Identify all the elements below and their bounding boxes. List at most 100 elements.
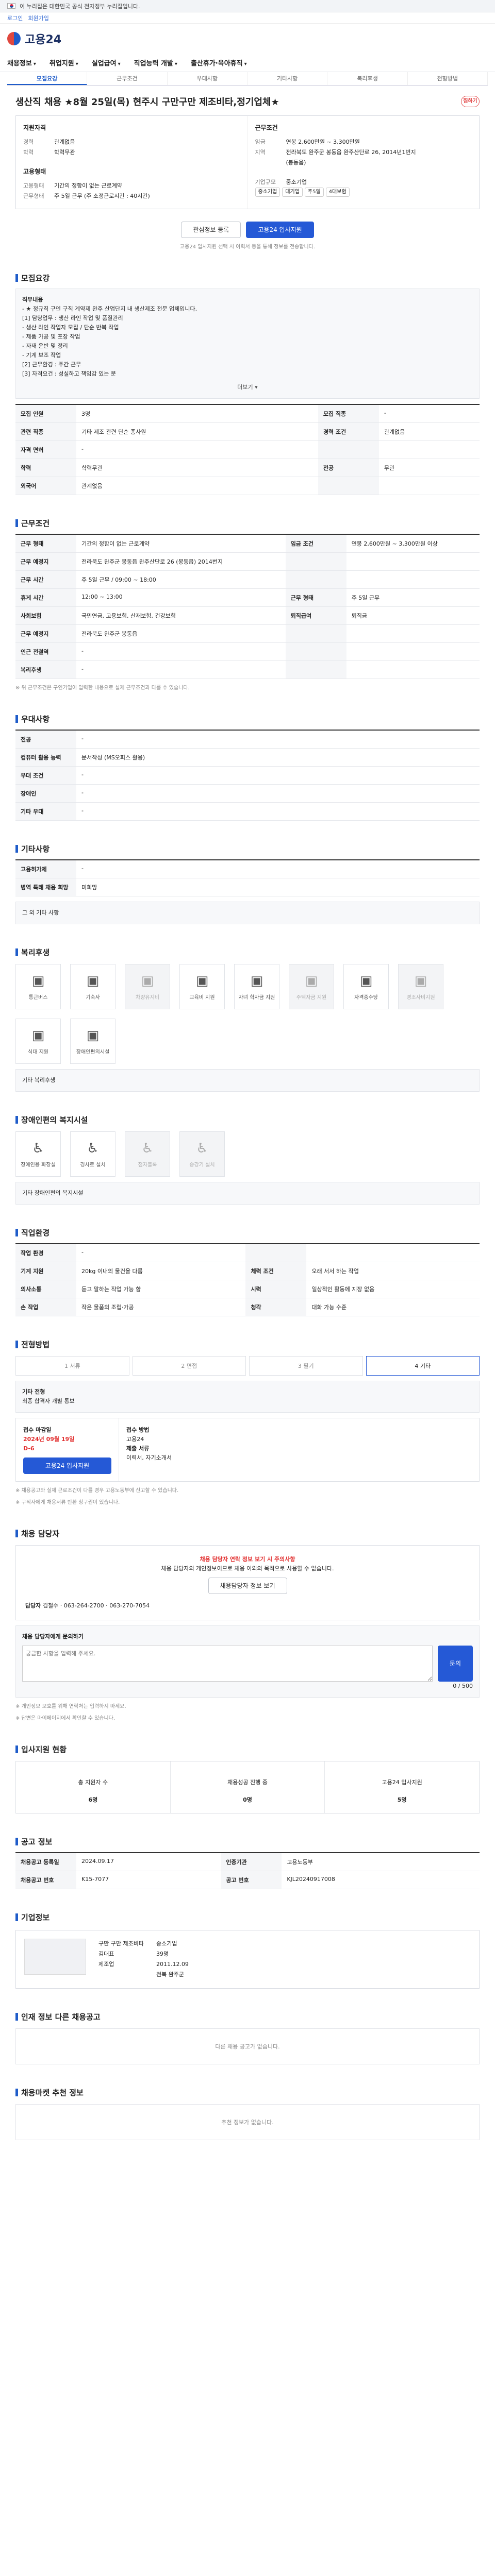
- table-row: 모집 인원 3명 모집 직종 -: [15, 404, 480, 423]
- duty-line: [3] 자격요건 : 성실하고 책임감 있는 분: [22, 370, 116, 377]
- benefit-icon: ▣: [305, 973, 318, 989]
- table-header: 인근 전철역: [15, 642, 76, 661]
- table-cell: 20kg 이내의 물건을 다룸: [76, 1262, 246, 1280]
- stat-label: 채용성공 진행 중: [227, 1779, 268, 1786]
- selection-step: 3 필기: [249, 1356, 363, 1376]
- join-link[interactable]: 회원가입: [28, 14, 48, 22]
- selection-steps: 1 서류 2 면접 3 필기 4 기타: [15, 1356, 480, 1376]
- table-cell: 연봉 2,600만원 ~ 3,300만원 이상: [346, 534, 480, 553]
- more-button[interactable]: 더보기 ▾: [22, 383, 473, 392]
- deadline-left: 접수 마감일 2024년 09월 19일 D-6 고용24 입사지원: [16, 1418, 119, 1481]
- deadline-apply-button[interactable]: 고용24 입사지원: [23, 1458, 111, 1474]
- summary-value: 중소기업: [286, 179, 307, 185]
- benefit-item: ▣ 차량유지비: [125, 964, 170, 1009]
- warn-line: ※ 구직자에게 채용서류 반환 청구권이 있습니다.: [15, 1500, 120, 1505]
- nav-benefit[interactable]: 실업급여 ▾: [92, 58, 121, 67]
- tab-preference[interactable]: 우대사항: [168, 72, 248, 85]
- tab-requirements[interactable]: 모집요강: [7, 72, 88, 85]
- duty-line: - 생산 라인 작업자 모집 / 단순 반복 작업: [22, 324, 119, 331]
- summary-row: (봉동읍): [255, 158, 472, 168]
- tab-etc[interactable]: 기타사항: [248, 72, 328, 85]
- contact-view-button[interactable]: 채용담당자 정보 보기: [208, 1578, 287, 1594]
- contact-box: 채용 담당자 연락 정보 보기 시 주의사항 채용 담당자의 개인정보이므로 채용…: [15, 1545, 480, 1620]
- duty-title: 직무내용: [22, 296, 43, 303]
- table-header: 모집 직종: [318, 404, 379, 423]
- summary-row: 경력 관계없음: [23, 137, 240, 147]
- favorite-button[interactable]: 찜하기: [461, 96, 480, 107]
- stat-item: 고용24 입사지원 5명: [324, 1761, 479, 1813]
- table-row: 근무 시간 주 5일 근무 / 09:00 ~ 18:00: [15, 570, 480, 589]
- table-header: 학력: [15, 459, 76, 477]
- table-header: 체력 조건: [245, 1262, 307, 1280]
- summary-heading: 근무조건: [255, 124, 278, 131]
- stat-value: 0명: [243, 1797, 252, 1803]
- main-nav: 채용정보 ▾ 취업지원 ▾ 실업급여 ▾ 직업능력 개발 ▾ 출산휴가·육아휴직 ▾: [0, 54, 495, 72]
- job-title: 생산직 채용 ★8월 25일(목) 현주시 구만구만 제조비타,정기업체★: [15, 97, 279, 108]
- logo-icon[interactable]: [7, 32, 21, 45]
- benefit-label: 자격증수당: [354, 994, 378, 1001]
- table-header: [245, 1244, 307, 1262]
- table-row: 기계 지원 20kg 이내의 물건을 다룸 체력 조건 오래 서서 하는 작업: [15, 1262, 480, 1280]
- table-cell: 관계없음: [378, 422, 480, 441]
- table-header: 기계 지원: [15, 1262, 76, 1280]
- interest-button[interactable]: 관심정보 등록: [181, 222, 241, 238]
- contact-name: 김철수: [42, 1602, 59, 1609]
- summary-tags: 중소기업 대기업 주5일 4대보험: [255, 188, 472, 197]
- summary-row: 고용형태 기간의 정함이 없는 근로계약: [23, 181, 240, 191]
- table-row: 고용허가제 -: [15, 860, 480, 878]
- nav-training[interactable]: 직업능력 개발 ▾: [134, 58, 177, 67]
- welfare-etc: 기타 복리후생: [15, 1069, 480, 1092]
- benefit-icon: ▣: [86, 1027, 100, 1043]
- nav-label: 실업급여: [91, 60, 117, 67]
- benefit-icon: ♿: [87, 1140, 99, 1156]
- summary-key: 학력: [23, 149, 34, 156]
- table-row: 작업 환경 -: [15, 1244, 480, 1262]
- applicant-stats: 총 지원자 수 6명 채용성공 진행 중 0명 고용24 입사지원 5명: [15, 1761, 480, 1814]
- benefit-label: 경사로 설치: [80, 1162, 106, 1168]
- table-header: [318, 440, 379, 459]
- table-cell: [346, 642, 480, 661]
- info-table: 채용공고 등록일 2024.09.17 인증기관 고용노동부 채용공고 번호 K15-70…: [15, 1852, 480, 1889]
- table-cell: -: [76, 1244, 246, 1262]
- table-cell: 2024.09.17: [76, 1853, 221, 1871]
- benefit-label: 승강기 설치: [189, 1162, 215, 1168]
- stat-item: 채용성공 진행 중 0명: [170, 1761, 325, 1813]
- table-cell: 전라북도 완주군 봉동읍 완주산단로 26 (봉동읍) 2014번지: [76, 552, 286, 571]
- benefit-icon: ▣: [359, 973, 373, 989]
- table-header: 퇴직급여: [285, 606, 346, 625]
- summary-value: 주 5일 근무 (주 소정근로시간 : 40시간): [54, 193, 150, 199]
- tab-selection[interactable]: 전형방법: [408, 72, 488, 85]
- table-header: 시력: [245, 1280, 307, 1298]
- table-cell: 작은 물품의 조립·가공: [76, 1298, 246, 1316]
- table-cell: 학력무관: [76, 459, 318, 477]
- inquiry-submit-button[interactable]: 문의: [437, 1646, 473, 1682]
- brand-name[interactable]: 고용24: [25, 30, 61, 47]
- nav-jobs[interactable]: 채용정보 ▾: [7, 58, 36, 67]
- table-cell: 전라북도 완주군 봉동읍: [76, 624, 286, 643]
- table-row: 전공 -: [15, 730, 480, 749]
- deadline-box: 접수 마감일 2024년 09월 19일 D-6 고용24 입사지원 접수 방법 고용2…: [15, 1418, 480, 1482]
- section-recommend: 채용마켓 추천 정보: [15, 2087, 480, 2098]
- login-link[interactable]: 로그인: [7, 14, 23, 22]
- requirements-table: 모집 인원 3명 모집 직종 - 관련 직종 기타 제조 관련 단순 종사원 경력 조건 관계…: [15, 404, 480, 495]
- etc-more-box: 그 외 기타 사항: [15, 902, 480, 924]
- summary-value: 전라북도 완주군 봉동읍 완주산단로 26, 2014년1번지: [286, 149, 416, 156]
- selection-step: 4 기타: [366, 1356, 480, 1376]
- duty-line: - 기계 보조 작업: [22, 352, 61, 359]
- section-facility: 장애인편의 복지시설: [15, 1114, 480, 1125]
- apply-button[interactable]: 고용24 입사지원: [246, 222, 314, 238]
- benefit-icon: ♿: [32, 1140, 44, 1156]
- inquiry-input[interactable]: [22, 1646, 433, 1682]
- tab-welfare[interactable]: 복리후생: [327, 72, 408, 85]
- tab-conditions[interactable]: 근무조건: [87, 72, 168, 85]
- action-buttons: 관심정보 등록 고용24 입사지원: [15, 222, 480, 238]
- section-environment: 직업환경: [15, 1227, 480, 1238]
- table-row: 자격 면허 -: [15, 440, 480, 459]
- summary-box: 지원자격 경력 관계없음 학력 학력무관 고용형태 고용형태 기간의 정함이 없는 근…: [15, 115, 480, 209]
- table-header: 휴게 시간: [15, 588, 76, 607]
- deadline-title: 접수 마감일: [23, 1427, 52, 1433]
- table-row: 컴퓨터 활용 능력 문서작성 (MS오피스 활용): [15, 748, 480, 767]
- nav-leave[interactable]: 출산휴가·육아휴직 ▾: [191, 58, 247, 67]
- deadline-date: 2024년 09월 19일: [23, 1436, 75, 1443]
- nav-support[interactable]: 취업지원 ▾: [50, 58, 78, 67]
